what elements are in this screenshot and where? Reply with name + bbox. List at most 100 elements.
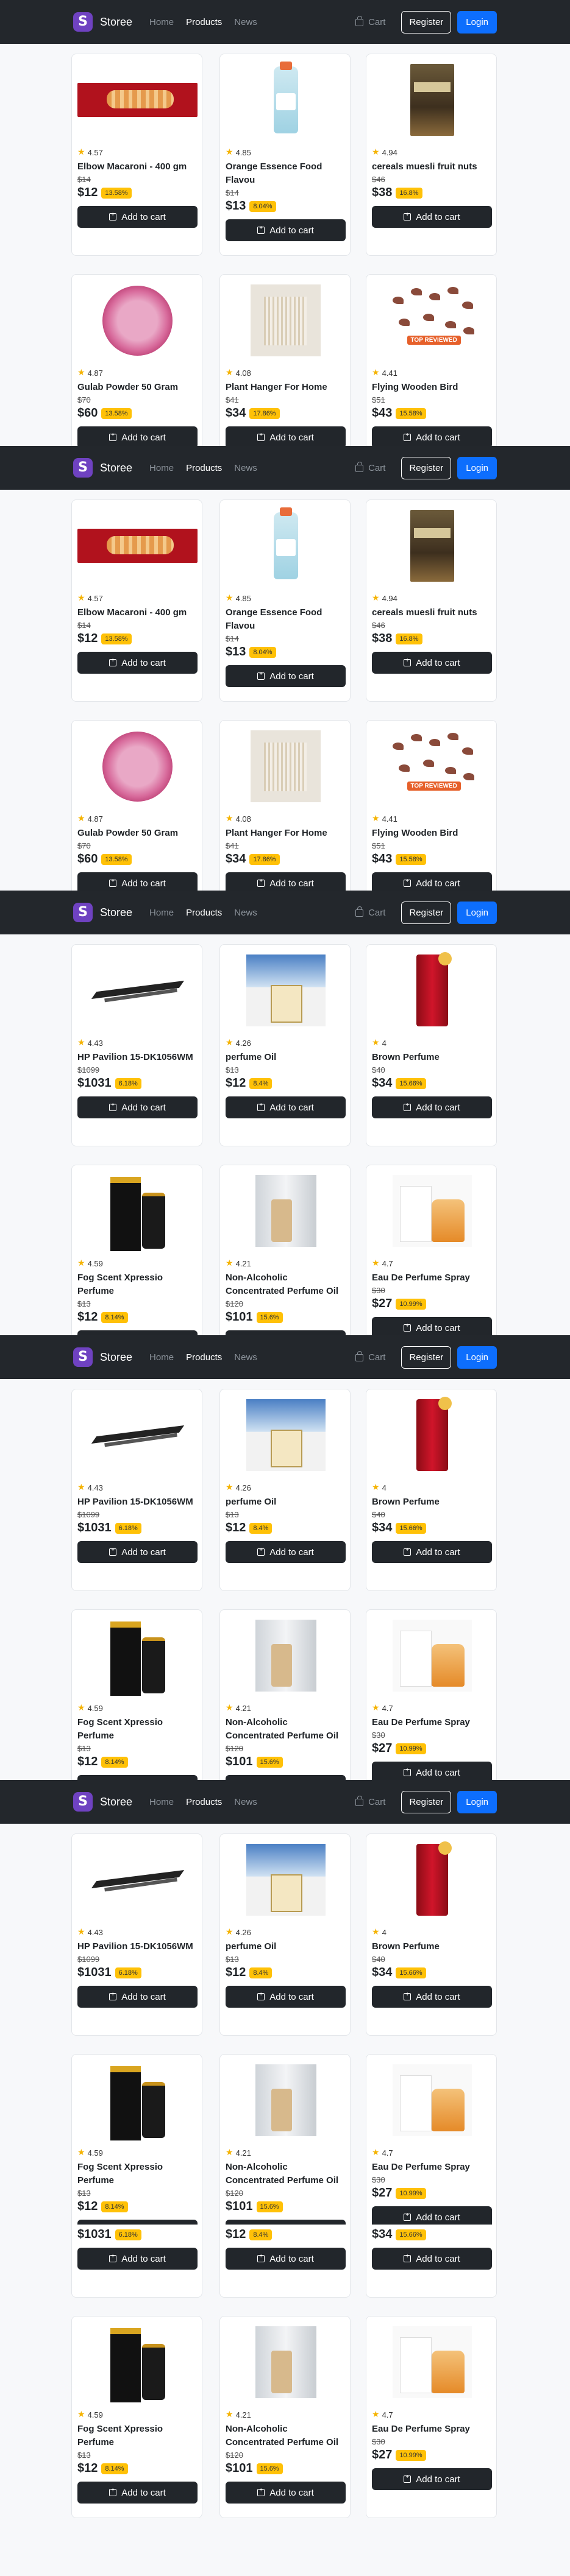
nav-link-home[interactable]: Home [149, 908, 174, 918]
product-title[interactable]: Flying Wooden Bird [372, 827, 492, 840]
brand-logo-icon[interactable]: S [73, 12, 93, 32]
brand-name[interactable]: Storee [100, 906, 132, 919]
brand-logo-icon[interactable]: S [73, 1792, 93, 1812]
add-to-cart-button[interactable]: Add to cart [226, 872, 346, 891]
nav-link-products[interactable]: Products [186, 908, 222, 918]
add-to-cart-button[interactable]: Add to cart [372, 1541, 492, 1563]
nav-link-news[interactable]: News [234, 17, 257, 27]
add-to-cart-button[interactable]: Add to cart [226, 1541, 346, 1563]
product-image[interactable] [72, 2317, 202, 2408]
product-title[interactable]: Non-Alcoholic Concentrated Perfume Oil [226, 2422, 346, 2449]
register-button[interactable]: Register [401, 901, 452, 924]
product-card[interactable]: ★ 4.21 Non-Alcoholic Concentrated Perfume … [219, 1165, 351, 1335]
product-title[interactable]: Plant Hanger For Home [226, 381, 346, 394]
add-to-cart-button[interactable]: Add to cart [372, 2248, 492, 2270]
add-to-cart-button[interactable]: Add to cart [226, 1986, 346, 2008]
product-card[interactable]: ★4Brown Perfume$40$3415.66%Add to cart [366, 1833, 497, 2036]
register-button[interactable]: Register [401, 1346, 452, 1369]
product-title[interactable]: Eau De Perfume Spray [372, 2161, 492, 2174]
product-card[interactable]: ★4.26 perfume Oil$13$128.4% Add to cart [219, 944, 351, 1146]
product-card[interactable]: ★4.08 Plant Hanger For Home$41 $3417.86% Ad… [219, 274, 351, 446]
product-title[interactable]: Non-Alcoholic Concentrated Perfume Oil [226, 1716, 346, 1743]
login-button[interactable]: Login [457, 901, 497, 924]
nav-link-products[interactable]: Products [186, 1797, 222, 1807]
add-to-cart-button[interactable]: Add to cart [226, 1096, 346, 1118]
product-card[interactable]: ★ 4.94 cereals muesli fruit nuts $46 $38 16.8… [366, 499, 497, 702]
register-button[interactable]: Register [401, 456, 452, 479]
add-to-cart-button[interactable]: Add to cart [77, 2482, 198, 2504]
add-to-cart-button[interactable]: Add to cart [226, 2482, 346, 2504]
product-card[interactable]: ★ 4.59 Fog Scent Xpressio Perfume $13 $12 8.1… [71, 1165, 202, 1335]
product-title[interactable]: Orange Essence Food Flavou [226, 160, 346, 187]
product-card[interactable]: ★ 4.85 Orange Essence Food Flavou $14 $13 8.0… [219, 54, 351, 256]
product-title[interactable]: cereals muesli fruit nuts [372, 160, 492, 174]
product-image[interactable] [72, 1610, 202, 1701]
product-image[interactable] [72, 1165, 202, 1257]
add-to-cart-button[interactable]: Add to cart [372, 652, 492, 674]
product-card[interactable]: ★4.87 Gulab Powder 50 Gram$70 $6013.58% Add… [71, 720, 202, 891]
product-image[interactable] [366, 1834, 496, 1925]
product-card[interactable]: ★4.87 Gulab Powder 50 Gram$70 $6013.58% Add… [71, 274, 202, 446]
brand-name[interactable]: Storee [100, 1796, 132, 1808]
product-card[interactable]: ★ 4.59 Fog Scent Xpressio Perfume $13 $12 8.1… [71, 2316, 202, 2518]
product-image[interactable] [366, 1610, 496, 1701]
add-to-cart-button[interactable]: Add to cart [77, 1096, 198, 1118]
nav-link-home[interactable]: Home [149, 1352, 174, 1363]
product-title[interactable]: Fog Scent Xpressio Perfume [77, 1716, 198, 1743]
add-to-cart-button[interactable]: Add to cart [226, 1775, 346, 1780]
brand-name[interactable]: Storee [100, 1351, 132, 1364]
product-image[interactable] [366, 945, 496, 1036]
product-card[interactable]: TOP REVIEWED ★ 4.41 Flying Wooden Bird $51 $4… [366, 720, 497, 891]
nav-link-news[interactable]: News [234, 908, 257, 918]
cart-link[interactable]: Cart [355, 906, 385, 918]
product-title[interactable]: cereals muesli fruit nuts [372, 606, 492, 619]
product-card[interactable]: ★ 4.59 Fog Scent Xpressio Perfume $13 $12 8.1… [71, 1609, 202, 1780]
product-title[interactable]: perfume Oil [226, 1051, 346, 1064]
add-to-cart-button[interactable]: Add to cart [77, 652, 198, 674]
product-title[interactable]: Flying Wooden Bird [372, 381, 492, 394]
product-title[interactable]: Fog Scent Xpressio Perfume [77, 1271, 198, 1298]
product-title[interactable]: Brown Perfume [372, 1495, 492, 1509]
product-title[interactable]: Fog Scent Xpressio Perfume [77, 2422, 198, 2449]
product-title[interactable]: HP Pavilion 15-DK1056WM [77, 1051, 198, 1064]
nav-link-products[interactable]: Products [186, 463, 222, 473]
product-card[interactable]: ★4.43HP Pavilion 15-DK1056WM$1099$10316.… [71, 1833, 202, 2036]
product-card[interactable]: ★4Brown Perfume$40$3415.66%Add to cart [366, 1389, 497, 1591]
product-image[interactable] [366, 54, 496, 146]
cart-link[interactable]: Cart [355, 16, 385, 27]
product-card[interactable]: ★4.7 Eau De Perfume Spray$30 $2710.99% Add … [366, 1165, 497, 1335]
product-card[interactable]: ★4.08 Plant Hanger For Home$41 $3417.86% Ad… [219, 720, 351, 891]
brand-logo-icon[interactable]: S [73, 903, 93, 922]
add-to-cart-button[interactable]: Add to cart [77, 2220, 198, 2225]
product-title[interactable]: perfume Oil [226, 1940, 346, 1953]
product-image[interactable] [220, 500, 350, 591]
add-to-cart-button[interactable]: Add to cart [372, 206, 492, 228]
product-image[interactable] [220, 1834, 350, 1925]
product-title[interactable]: HP Pavilion 15-DK1056WM [77, 1940, 198, 1953]
cart-link[interactable]: Cart [355, 462, 385, 473]
product-card[interactable]: TOP REVIEWED ★ 4.41 Flying Wooden Bird $51 $4… [366, 274, 497, 446]
add-to-cart-button[interactable]: Add to cart [372, 1986, 492, 2008]
product-image[interactable] [220, 1610, 350, 1701]
product-card[interactable]: ★ 4.21 Non-Alcoholic Concentrated Perfume … [219, 2316, 351, 2518]
add-to-cart-button[interactable]: Add to cart [372, 1096, 492, 1118]
product-title[interactable]: Brown Perfume [372, 1940, 492, 1953]
register-button[interactable]: Register [401, 1790, 452, 1813]
register-button[interactable]: Register [401, 10, 452, 34]
cart-link[interactable]: Cart [355, 1351, 385, 1363]
product-card[interactable]: ★ 4.21 Non-Alcoholic Concentrated Perfume … [219, 2054, 351, 2225]
add-to-cart-button[interactable]: Add to cart [77, 1775, 198, 1780]
product-title[interactable]: Orange Essence Food Flavou [226, 606, 346, 633]
product-image[interactable] [220, 1165, 350, 1257]
product-image[interactable] [72, 721, 202, 812]
product-image[interactable] [366, 2055, 496, 2146]
product-card[interactable]: ★4.43HP Pavilion 15-DK1056WM$1099$10316.… [71, 944, 202, 1146]
product-title[interactable]: Fog Scent Xpressio Perfume [77, 2161, 198, 2187]
add-to-cart-button[interactable]: Add to cart [226, 219, 346, 241]
nav-link-products[interactable]: Products [186, 1352, 222, 1363]
add-to-cart-button[interactable]: Add to cart [372, 1317, 492, 1335]
product-card[interactable]: ★4.43HP Pavilion 15-DK1056WM$1099$10316.… [71, 2225, 202, 2298]
add-to-cart-button[interactable]: Add to cart [226, 2220, 346, 2225]
product-image[interactable] [220, 2055, 350, 2146]
add-to-cart-button[interactable]: Add to cart [77, 1986, 198, 2008]
